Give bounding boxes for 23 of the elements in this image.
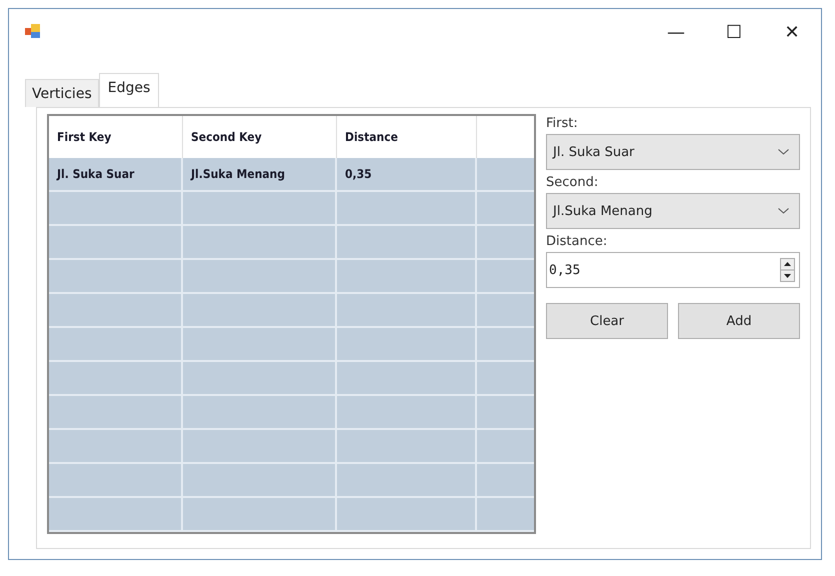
add-button[interactable]: Add <box>678 303 800 339</box>
field-label: Second: <box>546 175 600 190</box>
spinner-icon[interactable] <box>780 258 795 282</box>
field-label: Distance: <box>546 234 608 249</box>
clear-button[interactable]: Clear <box>546 303 668 339</box>
column-header[interactable]: Distance <box>337 116 477 158</box>
close-button[interactable]: ✕ <box>763 17 821 47</box>
dropdown[interactable]: Jl. Suka Suar <box>546 134 800 170</box>
maximize-button[interactable]: ☐ <box>705 17 763 47</box>
table-cell: 0,35 <box>337 158 477 190</box>
tab[interactable]: Edges <box>98 73 160 107</box>
table-cell: Jl. Suka Suar <box>49 158 183 190</box>
column-header[interactable]: First Key <box>49 116 183 158</box>
minimize-button[interactable]: — <box>647 17 705 47</box>
number-field[interactable]: 0,35 <box>546 252 800 288</box>
field-label: First: <box>546 116 579 131</box>
app-icon <box>25 23 41 39</box>
tab[interactable]: Verticies <box>25 79 99 107</box>
chevron-icon <box>778 208 789 214</box>
table-cell: Jl.Suka Menang <box>183 158 337 190</box>
chevron-icon <box>778 149 789 155</box>
dropdown[interactable]: Jl.Suka Menang <box>546 193 800 229</box>
column-header[interactable]: Second Key <box>183 116 337 158</box>
